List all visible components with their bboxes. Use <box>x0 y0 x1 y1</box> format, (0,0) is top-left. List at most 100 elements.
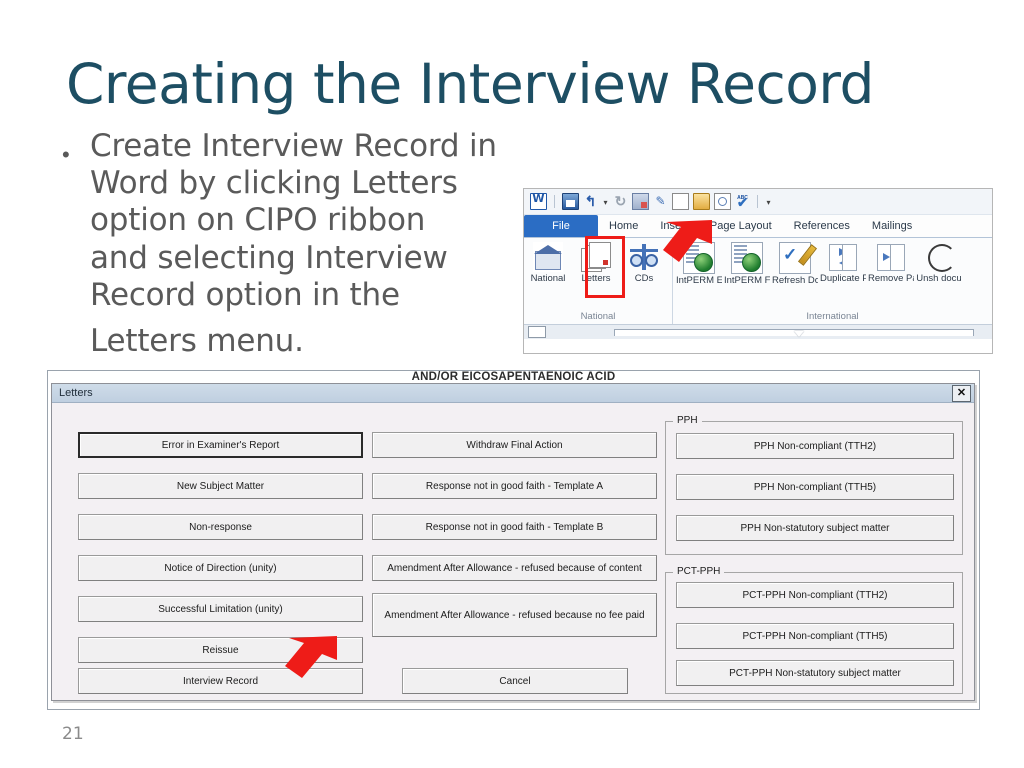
list-item: • Create Interview Record in Word by cli… <box>52 128 522 360</box>
remove-page-icon <box>876 242 906 272</box>
ribbon-button-refresh-document[interactable]: Refresh Document <box>771 242 819 286</box>
open-folder-icon[interactable] <box>693 193 710 210</box>
balance-scale-icon <box>629 242 659 272</box>
button-withdraw-final-action[interactable]: Withdraw Final Action <box>372 432 657 458</box>
duplicate-page-icon <box>828 242 858 272</box>
page-title: Creating the Interview Record <box>66 52 874 116</box>
globe-document-icon <box>731 242 763 274</box>
bullet-text: Create Interview Record in Word by click… <box>90 128 522 360</box>
ribbon-group-items: National Letters CDs <box>524 238 672 284</box>
checkmark-pencil-icon <box>779 242 811 274</box>
ribbon-button-label: IntPERM Eng <box>676 276 722 286</box>
ribbon-button-national[interactable]: National <box>524 242 572 284</box>
button-error-in-examiners-report[interactable]: Error in Examiner's Report <box>78 432 363 458</box>
button-pph-non-compliant-tth2[interactable]: PPH Non-compliant (TTH2) <box>676 433 954 459</box>
ribbon-button-cds[interactable]: CDs <box>620 242 668 284</box>
ribbon-group-national: National Letters CDs National <box>524 236 672 324</box>
button-new-subject-matter[interactable]: New Subject Matter <box>78 473 363 499</box>
new-document-icon[interactable] <box>672 193 689 210</box>
house-icon <box>533 242 563 272</box>
tab-file[interactable]: File <box>524 215 598 237</box>
close-icon[interactable]: ✕ <box>952 384 971 402</box>
button-pph-non-statutory-subject-matter[interactable]: PPH Non-statutory subject matter <box>676 515 954 541</box>
document-heading-text: AND/OR EICOSAPENTAENOIC ACID <box>411 371 616 381</box>
ribbon-tab-bar: File Home Insert Page Layout References … <box>524 215 992 238</box>
globe-document-icon <box>683 242 715 274</box>
ribbon-button-label: Duplicate Page <box>820 274 866 284</box>
pph-group: PPH PPH Non-compliant (TTH2) PPH Non-com… <box>665 415 963 555</box>
button-pct-pph-non-compliant-tth2[interactable]: PCT-PPH Non-compliant (TTH2) <box>676 582 954 608</box>
slide-number: 21 <box>62 724 84 744</box>
button-pct-pph-non-statutory-subject-matter[interactable]: PCT-PPH Non-statutory subject matter <box>676 660 954 686</box>
document-corner-icon <box>528 326 546 338</box>
ruler <box>614 329 974 337</box>
pph-group-legend: PPH <box>673 415 702 426</box>
button-amendment-refused-content[interactable]: Amendment After Allowance - refused beca… <box>372 555 657 581</box>
bullet-line: Create Interview Record in Word by click… <box>90 128 497 202</box>
ribbon-button-label: Letters <box>581 273 611 284</box>
ribbon-button-intperm-fre[interactable]: IntPERM Fre <box>723 242 771 286</box>
button-amendment-refused-no-fee[interactable]: Amendment After Allowance - refused beca… <box>372 593 657 637</box>
spelling-check-icon[interactable]: ✔ <box>735 190 750 210</box>
unshare-document-icon <box>924 242 956 272</box>
ribbon-button-label: National <box>530 273 566 284</box>
button-non-response[interactable]: Non-response <box>78 514 363 540</box>
button-pph-non-compliant-tth5[interactable]: PPH Non-compliant (TTH5) <box>676 474 954 500</box>
cancel-button[interactable]: Cancel <box>402 668 628 694</box>
pct-pph-group: PCT-PPH PCT-PPH Non-compliant (TTH2) PCT… <box>665 566 963 694</box>
button-notice-of-direction-unity[interactable]: Notice of Direction (unity) <box>78 555 363 581</box>
tab-page-layout[interactable]: Page Layout <box>699 215 783 237</box>
quick-access-toolbar: ↰ ▾ ↻ ✎ ✔ ▾ <box>524 189 992 215</box>
tab-references[interactable]: References <box>783 215 861 237</box>
bullet-line: Letters menu. <box>90 322 304 359</box>
stacked-documents-icon <box>581 242 611 272</box>
bullet-line: Record option in the <box>90 276 400 313</box>
print-preview-icon[interactable] <box>714 193 731 210</box>
ribbon-body: National Letters CDs National IntPERM En… <box>524 236 992 324</box>
ribbon-button-unshare-document[interactable]: Unsh docu <box>915 242 963 284</box>
ribbon-button-label: Refresh Document <box>772 276 818 286</box>
word-logo-icon <box>530 192 547 210</box>
bullet-marker-icon: • <box>62 142 70 167</box>
bullet-line: and selecting Interview <box>90 239 448 276</box>
tab-home[interactable]: Home <box>598 215 649 237</box>
dialog-title-bar: Letters ✕ <box>52 384 974 403</box>
ribbon-group-international: IntPERM Eng IntPERM Fre Refresh Document… <box>672 238 992 324</box>
bullet-list: • Create Interview Record in Word by cli… <box>52 128 522 360</box>
ribbon-button-label: Remove Page <box>868 274 914 284</box>
button-response-not-good-faith-a[interactable]: Response not in good faith - Template A <box>372 473 657 499</box>
ribbon-group-label: International <box>806 311 859 322</box>
ribbon-button-duplicate-page[interactable]: Duplicate Page <box>819 242 867 284</box>
undo-dropdown-icon[interactable]: ▾ <box>602 194 609 209</box>
button-reissue[interactable]: Reissue <box>78 637 363 663</box>
button-interview-record[interactable]: Interview Record <box>78 668 363 694</box>
insert-image-icon[interactable] <box>632 193 649 210</box>
letters-dialog: Letters ✕ Error in Examiner's Report New… <box>51 383 975 701</box>
ribbon-button-label: IntPERM Fre <box>724 276 770 286</box>
button-response-not-good-faith-b[interactable]: Response not in good faith - Template B <box>372 514 657 540</box>
button-successful-limitation-unity[interactable]: Successful Limitation (unity) <box>78 596 363 622</box>
bullet-line: option on CIPO ribbon <box>90 202 426 239</box>
tab-insert[interactable]: Insert <box>649 215 699 237</box>
ribbon-button-label: CDs <box>634 273 654 284</box>
redo-icon[interactable]: ↻ <box>613 194 628 209</box>
save-icon[interactable] <box>562 193 579 210</box>
pct-pph-group-legend: PCT-PPH <box>673 566 725 577</box>
ribbon-group-items: IntPERM Eng IntPERM Fre Refresh Document… <box>673 238 992 286</box>
button-pct-pph-non-compliant-tth5[interactable]: PCT-PPH Non-compliant (TTH5) <box>676 623 954 649</box>
customize-qat-icon[interactable]: ▾ <box>765 194 772 209</box>
tab-mailings[interactable]: Mailings <box>861 215 923 237</box>
ruler-marker-icon[interactable] <box>794 331 804 337</box>
ribbon-bottom-strip <box>524 324 992 339</box>
ribbon-button-remove-page[interactable]: Remove Page <box>867 242 915 284</box>
toolbar-divider <box>757 195 758 208</box>
ribbon-group-label: National <box>580 311 616 322</box>
format-painter-icon[interactable]: ✎ <box>653 194 668 209</box>
undo-icon[interactable]: ↰ <box>583 194 598 209</box>
toolbar-divider <box>554 195 555 208</box>
ribbon-button-letters[interactable]: Letters <box>572 242 620 284</box>
dialog-body: Error in Examiner's Report New Subject M… <box>52 403 974 702</box>
ribbon-button-label: Unsh docu <box>916 274 962 284</box>
ribbon-button-intperm-eng[interactable]: IntPERM Eng <box>675 242 723 286</box>
dialog-title: Letters <box>59 387 93 399</box>
